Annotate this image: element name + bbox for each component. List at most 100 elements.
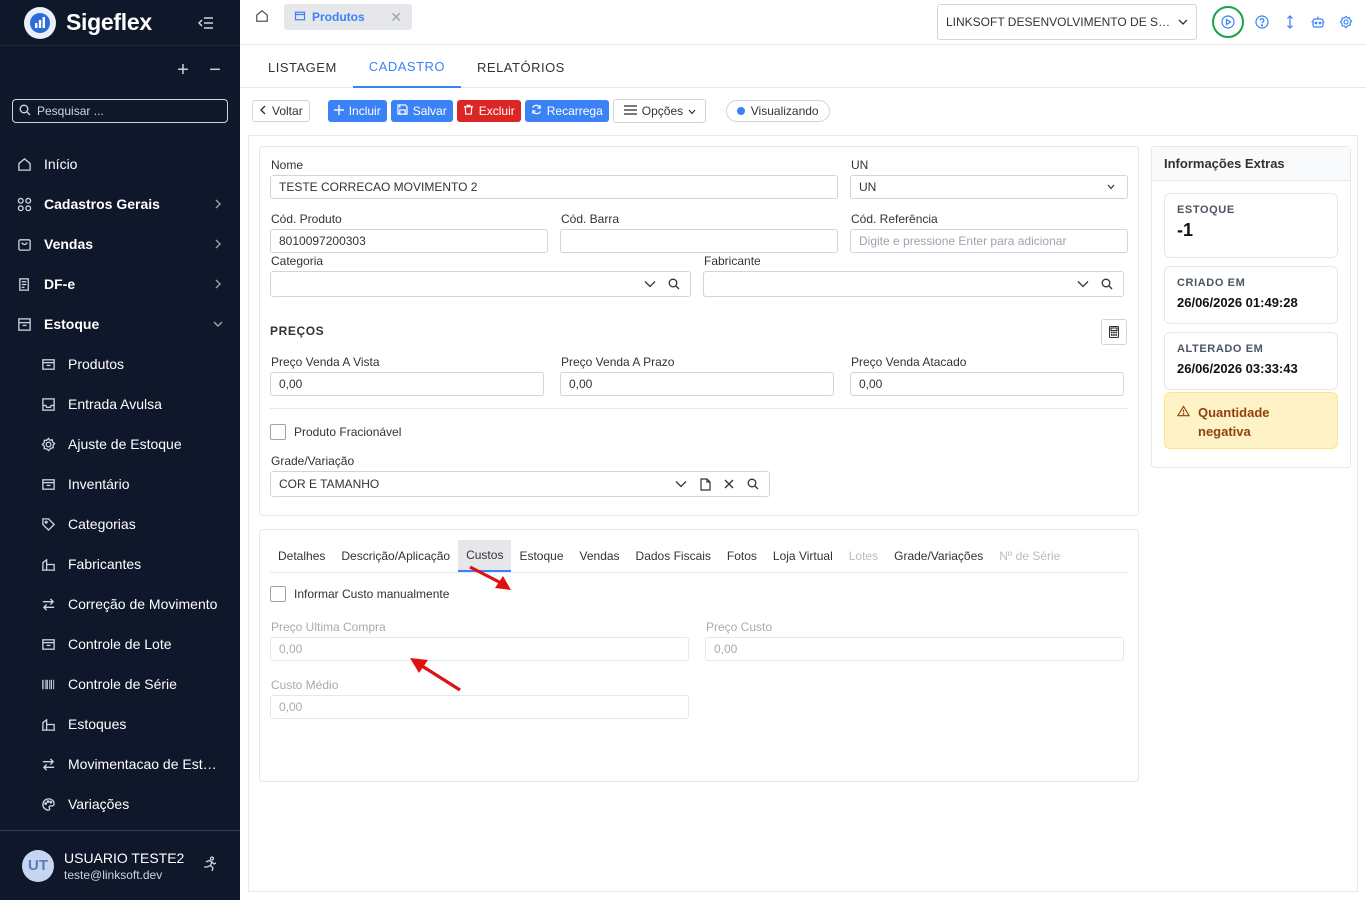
user-profile: UT USUARIO TESTE2 teste@linksoft.dev (0, 830, 240, 900)
include-button[interactable]: Incluir (327, 100, 387, 122)
status-badge: Visualizando (725, 100, 830, 122)
un-label: UN (851, 158, 869, 172)
search-icon[interactable] (745, 476, 761, 492)
sidebar-item-variacoes[interactable]: Variações (0, 784, 240, 824)
home-tab[interactable] (240, 0, 284, 34)
gear-icon[interactable] (1336, 12, 1356, 32)
tab-listagem[interactable]: LISTAGEM (252, 46, 353, 88)
cod-referencia-field[interactable]: Digite e pressione Enter para adicionar (850, 229, 1128, 253)
sidebar-item-correcao-movimento[interactable]: Correção de Movimento (0, 584, 240, 624)
sidebar-item-label: Cadastros Gerais (44, 196, 160, 212)
categoria-select[interactable] (270, 271, 691, 297)
search-icon[interactable] (1099, 276, 1115, 292)
sidebar-item-estoque[interactable]: Estoque (0, 304, 240, 344)
un-select[interactable]: UN (850, 175, 1128, 199)
sidebar-item-fabricantes[interactable]: Fabricantes (0, 544, 240, 584)
preco-atacado-field[interactable]: 0,00 (850, 372, 1124, 396)
cod-referencia-label: Cód. Referência (851, 212, 938, 226)
sidebar-item-label: Ajuste de Estoque (68, 436, 182, 452)
save-button-label: Salvar (412, 104, 447, 118)
sidebar-item-cadastros-gerais[interactable]: Cadastros Gerais (0, 184, 240, 224)
cod-barra-field[interactable] (560, 229, 838, 253)
sidebar-item-produtos[interactable]: Produtos (0, 344, 240, 384)
options-button[interactable]: Opções (612, 99, 706, 123)
inbox-icon (40, 396, 56, 412)
sidebar-search-input[interactable] (37, 104, 221, 118)
sidebar-item-label: Estoque (44, 316, 100, 332)
search-icon[interactable] (666, 276, 682, 292)
toolbar: Voltar Incluir Salvar Excluir Recarrega … (252, 99, 830, 123)
sidebar-item-inventario[interactable]: Inventário (0, 464, 240, 504)
tab-dados-fiscais[interactable]: Dados Fiscais (628, 540, 719, 572)
sidebar-item-entrada-avulsa[interactable]: Entrada Avulsa (0, 384, 240, 424)
custo-manual-checkbox[interactable] (270, 586, 286, 602)
preco-vista-field[interactable]: 0,00 (270, 372, 544, 396)
cod-produto-field[interactable]: 8010097200303 (270, 229, 548, 253)
sidebar-item-categorias[interactable]: Categorias (0, 504, 240, 544)
sidebar-item-dfe[interactable]: DF-e (0, 264, 240, 304)
collapse-sidebar-icon[interactable] (196, 13, 216, 33)
fracionavel-checkbox[interactable] (270, 424, 286, 440)
grade-label: Grade/Variação (271, 454, 355, 468)
tab-descricao-aplicacao[interactable]: Descrição/Aplicação (333, 540, 458, 572)
sidebar-item-movimentacao-estoque[interactable]: Movimentacao de Estoque (0, 744, 240, 784)
ultima-compra-label: Preço Ultima Compra (271, 620, 386, 634)
preco-prazo-field[interactable]: 0,00 (560, 372, 834, 396)
options-button-label: Opções (641, 104, 684, 118)
grade-select[interactable]: COR E TAMANHO (270, 471, 770, 497)
tab-relatorios[interactable]: RELATÓRIOS (461, 46, 581, 88)
file-icon[interactable] (697, 476, 713, 492)
barcode-icon (40, 676, 56, 692)
chevron-down-icon[interactable] (642, 276, 658, 292)
expand-vertical-icon[interactable] (1280, 12, 1300, 32)
sidebar-item-controle-lote[interactable]: Controle de Lote (0, 624, 240, 664)
company-select[interactable]: LINKSOFT DESENVOLVIMENTO DE SOFTWARE (937, 4, 1197, 40)
fracionavel-label: Produto Fracionável (294, 425, 402, 439)
tab-grade-variacoes[interactable]: Grade/Variações (886, 540, 991, 572)
chevron-down-icon[interactable] (1075, 276, 1091, 292)
sidebar-item-vendas[interactable]: Vendas (0, 224, 240, 264)
tab-fotos[interactable]: Fotos (719, 540, 765, 572)
box-icon (294, 10, 306, 25)
calculator-icon[interactable] (1101, 319, 1127, 345)
tab-detalhes[interactable]: Detalhes (270, 540, 333, 572)
sidebar-item-label: Início (44, 156, 78, 172)
tab-produtos[interactable]: Produtos ✕ (284, 4, 412, 30)
estoque-caption: ESTOQUE (1177, 204, 1235, 216)
tab-vendas[interactable]: Vendas (572, 540, 628, 572)
sidebar-item-ajuste-estoque[interactable]: Ajuste de Estoque (0, 424, 240, 464)
collapse-all-icon[interactable]: − (206, 59, 224, 82)
play-icon[interactable] (1212, 6, 1244, 38)
back-button[interactable]: Voltar (252, 100, 310, 122)
run-person-icon[interactable] (202, 856, 218, 875)
expand-all-icon[interactable]: + (174, 59, 192, 82)
chevron-down-icon (1103, 179, 1119, 195)
sidebar-item-controle-serie[interactable]: Controle de Série (0, 664, 240, 704)
delete-button[interactable]: Excluir (456, 100, 521, 122)
tree-tools: + − (0, 46, 240, 94)
tab-numero-serie: Nº de Série (999, 549, 1061, 563)
fabricante-select[interactable] (703, 271, 1124, 297)
reload-button-label: Recarrega (546, 104, 603, 118)
chevron-down-icon[interactable] (673, 476, 689, 492)
sidebar-item-estoques[interactable]: Estoques (0, 704, 240, 744)
nome-field[interactable]: TESTE CORRECAO MOVIMENTO 2 (270, 175, 838, 199)
building-icon (40, 556, 56, 572)
sidebar-item-inicio[interactable]: Início (0, 144, 240, 184)
tab-cadastro[interactable]: CADASTRO (352, 46, 462, 88)
sidebar-item-label: Controle de Série (68, 676, 177, 692)
avatar[interactable]: UT (22, 849, 54, 882)
sidebar-nav: Início Cadastros Gerais Vendas DF-e Esto… (0, 144, 240, 824)
tab-loja-virtual[interactable]: Loja Virtual (765, 540, 841, 572)
sidebar-item-label: Entrada Avulsa (68, 396, 162, 412)
criado-value: 26/06/2026 01:49:28 (1177, 295, 1298, 310)
tab-estoque[interactable]: Estoque (511, 540, 571, 572)
clear-icon[interactable] (721, 476, 737, 492)
help-icon[interactable] (1252, 12, 1272, 32)
save-button[interactable]: Salvar (390, 100, 453, 122)
close-icon[interactable]: ✕ (390, 9, 402, 26)
robot-icon[interactable] (1308, 12, 1328, 32)
menu-icon (623, 104, 637, 118)
reload-button[interactable]: Recarrega (524, 100, 609, 122)
trash-icon (463, 104, 474, 118)
